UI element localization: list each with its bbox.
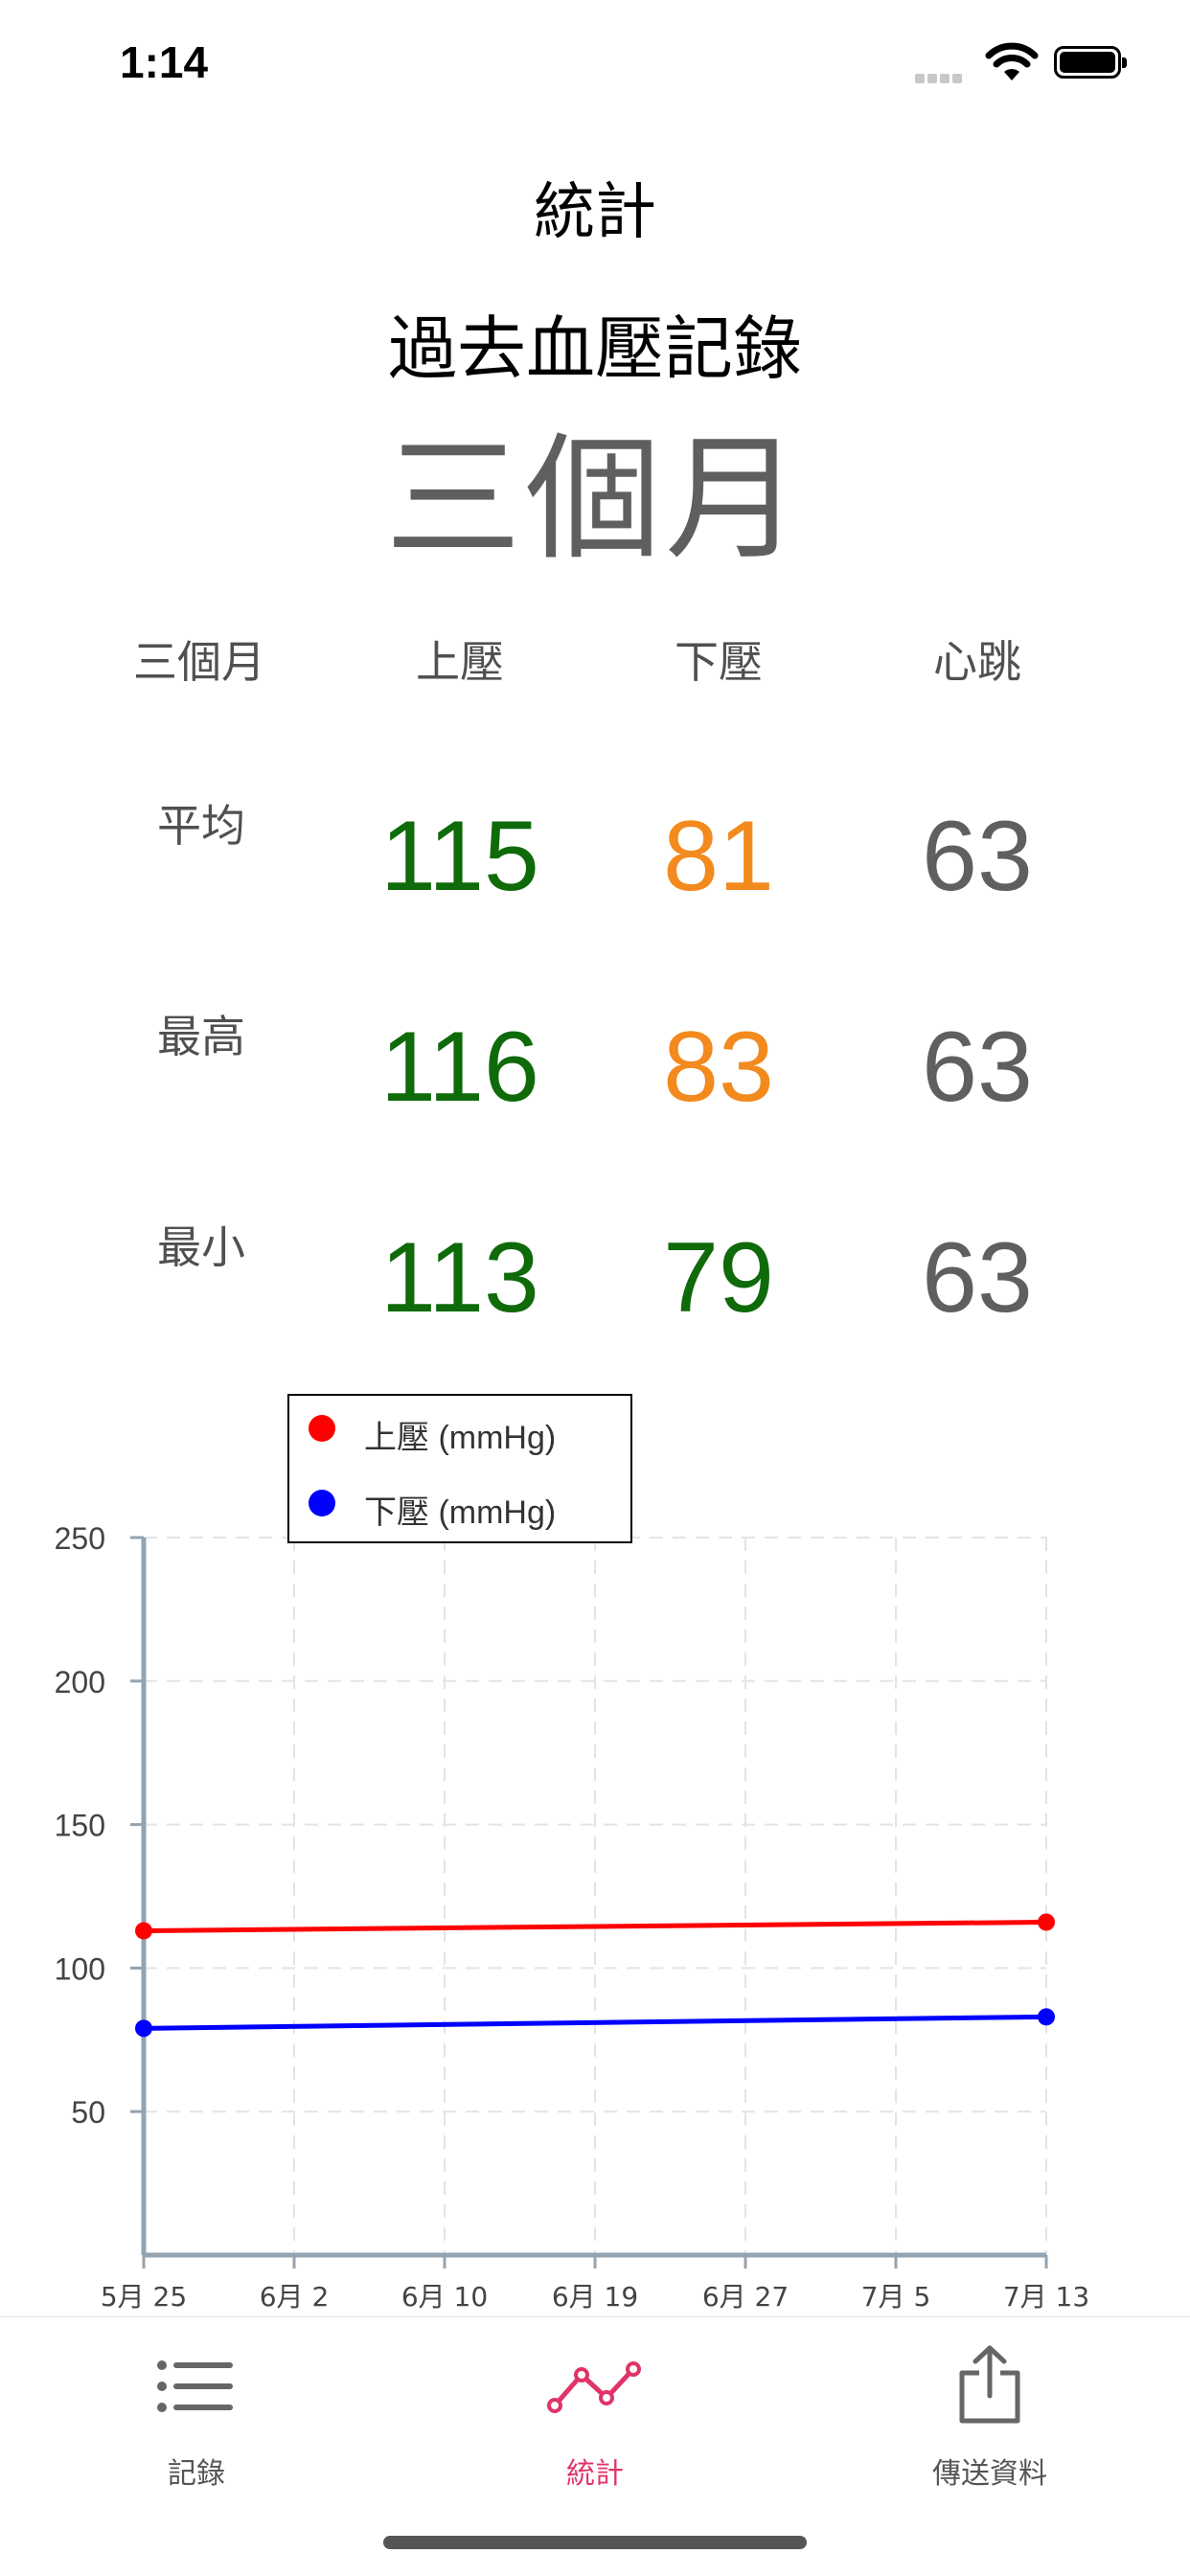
chart-legend: 上壓 (mmHg) 下壓 (mmHg) <box>287 1394 632 1543</box>
nav-title: 統計 <box>534 177 656 248</box>
row-label-average: 平均 <box>157 800 245 852</box>
cellular-signal-icon <box>915 69 965 87</box>
share-icon <box>959 2345 1020 2424</box>
legend-systolic-marker <box>309 1415 335 1442</box>
average-pulse: 63 <box>922 801 1033 912</box>
x-tick-label: 6月 19 <box>552 2281 638 2313</box>
tab-send-data[interactable]: 傳送資料 <box>846 2317 1133 2528</box>
tab-send-data-label: 傳送資料 <box>932 2457 1047 2491</box>
average-systolic: 115 <box>380 801 539 912</box>
status-time: 1:14 <box>120 37 209 87</box>
page-subtitle: 過去血壓記錄 <box>387 308 802 389</box>
max-systolic: 116 <box>380 1012 539 1123</box>
max-pulse: 63 <box>922 1012 1033 1123</box>
y-tick-label: 100 <box>55 1951 105 1986</box>
x-tick-label: 6月 10 <box>401 2281 488 2313</box>
y-tick-label: 50 <box>71 2095 105 2130</box>
column-header-period: 三個月 <box>133 636 265 688</box>
min-systolic: 113 <box>380 1222 539 1334</box>
column-header-systolic: 上壓 <box>416 636 504 688</box>
blood-pressure-chart: 250 200 150 100 50 5月 25 6月 2 6月 10 6月 19 6月 27 7月… <box>55 1521 1090 2313</box>
row-label-max: 最高 <box>157 1011 245 1062</box>
data-point-systolic <box>135 1922 152 1940</box>
data-point-diastolic <box>1038 2008 1055 2026</box>
column-header-pulse: 心跳 <box>933 636 1021 688</box>
legend-diastolic-marker <box>309 1490 335 1516</box>
column-header-diastolic: 下壓 <box>675 636 763 688</box>
wifi-icon <box>985 42 1039 86</box>
min-diastolic: 79 <box>663 1222 774 1334</box>
x-tick-label: 6月 2 <box>260 2281 330 2313</box>
min-pulse: 63 <box>922 1222 1033 1334</box>
x-tick-label: 5月 25 <box>101 2281 187 2313</box>
data-point-diastolic <box>135 2019 152 2038</box>
list-icon <box>157 2360 233 2412</box>
period-title: 三個月 <box>385 421 805 579</box>
chart-line-icon <box>547 2361 641 2413</box>
tab-statistics[interactable]: 統計 <box>451 2317 739 2528</box>
y-tick-label: 150 <box>55 1809 105 1843</box>
legend-diastolic-label: 下壓 (mmHg) <box>364 1494 557 1531</box>
average-diastolic: 81 <box>663 801 774 912</box>
battery-icon <box>1054 46 1127 79</box>
home-indicator <box>383 2536 807 2549</box>
x-tick-label: 7月 13 <box>1003 2281 1089 2313</box>
x-tick-label: 7月 5 <box>861 2281 931 2313</box>
y-tick-label: 250 <box>55 1521 105 1556</box>
tab-statistics-label: 統計 <box>566 2457 624 2491</box>
tab-records[interactable]: 記錄 <box>53 2317 340 2528</box>
data-point-systolic <box>1038 1913 1055 1931</box>
tab-records-label: 記錄 <box>168 2457 225 2491</box>
max-diastolic: 83 <box>663 1012 774 1123</box>
x-tick-label: 6月 27 <box>702 2281 789 2313</box>
legend-systolic-label: 上壓 (mmHg) <box>364 1420 557 1456</box>
y-tick-label: 200 <box>55 1665 105 1699</box>
row-label-min: 最小 <box>157 1221 245 1273</box>
